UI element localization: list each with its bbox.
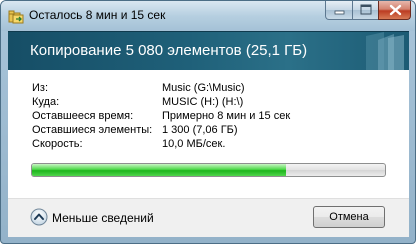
maximize-icon bbox=[360, 4, 372, 15]
details-panel: Из: Music (G:\Music) Куда: MUSIC (H:) (H… bbox=[8, 70, 409, 198]
maximize-button[interactable] bbox=[352, 1, 379, 20]
copy-progress-bar bbox=[31, 163, 386, 177]
detail-label: Из: bbox=[32, 82, 49, 94]
destination-path: MUSIC (H:) (H:\) bbox=[162, 96, 244, 108]
speed-value: 10,0 МБ/сек. bbox=[162, 138, 226, 150]
dialog-footer: Меньше сведений Отмена bbox=[8, 198, 409, 237]
title-bar[interactable]: Осталось 8 мин и 15 сек bbox=[1, 1, 415, 31]
progress-fill bbox=[32, 164, 287, 176]
minimize-button[interactable] bbox=[325, 1, 353, 20]
detail-label: Скорость: bbox=[32, 138, 83, 150]
close-icon bbox=[389, 4, 402, 16]
minimize-icon bbox=[334, 10, 345, 15]
folder-copy-icon bbox=[8, 8, 24, 24]
close-button[interactable] bbox=[378, 1, 411, 20]
dialog-header: Копирование 5 080 элементов (25,1 ГБ) bbox=[8, 31, 409, 70]
pages-decoration-icon bbox=[366, 32, 404, 70]
items-remaining-value: 1 300 (7,06 ГБ) bbox=[162, 124, 238, 136]
detail-label: Оставшееся время: bbox=[32, 110, 134, 122]
cancel-button[interactable]: Отмена bbox=[313, 206, 385, 228]
source-path: Music (G:\Music) bbox=[162, 82, 245, 94]
chevron-up-circle-icon bbox=[30, 208, 48, 226]
copy-dialog-window: Осталось 8 мин и 15 сек Копирование 5 08… bbox=[0, 0, 416, 244]
window-title: Осталось 8 мин и 15 сек bbox=[29, 8, 166, 22]
copy-summary-title: Копирование 5 080 элементов (25,1 ГБ) bbox=[30, 42, 308, 59]
detail-label: Куда: bbox=[32, 96, 60, 108]
time-remaining-value: Примерно 8 мин и 15 сек bbox=[162, 110, 291, 122]
fewer-details-label: Меньше сведений bbox=[52, 211, 154, 225]
detail-label: Оставшиеся элементы: bbox=[32, 124, 153, 136]
